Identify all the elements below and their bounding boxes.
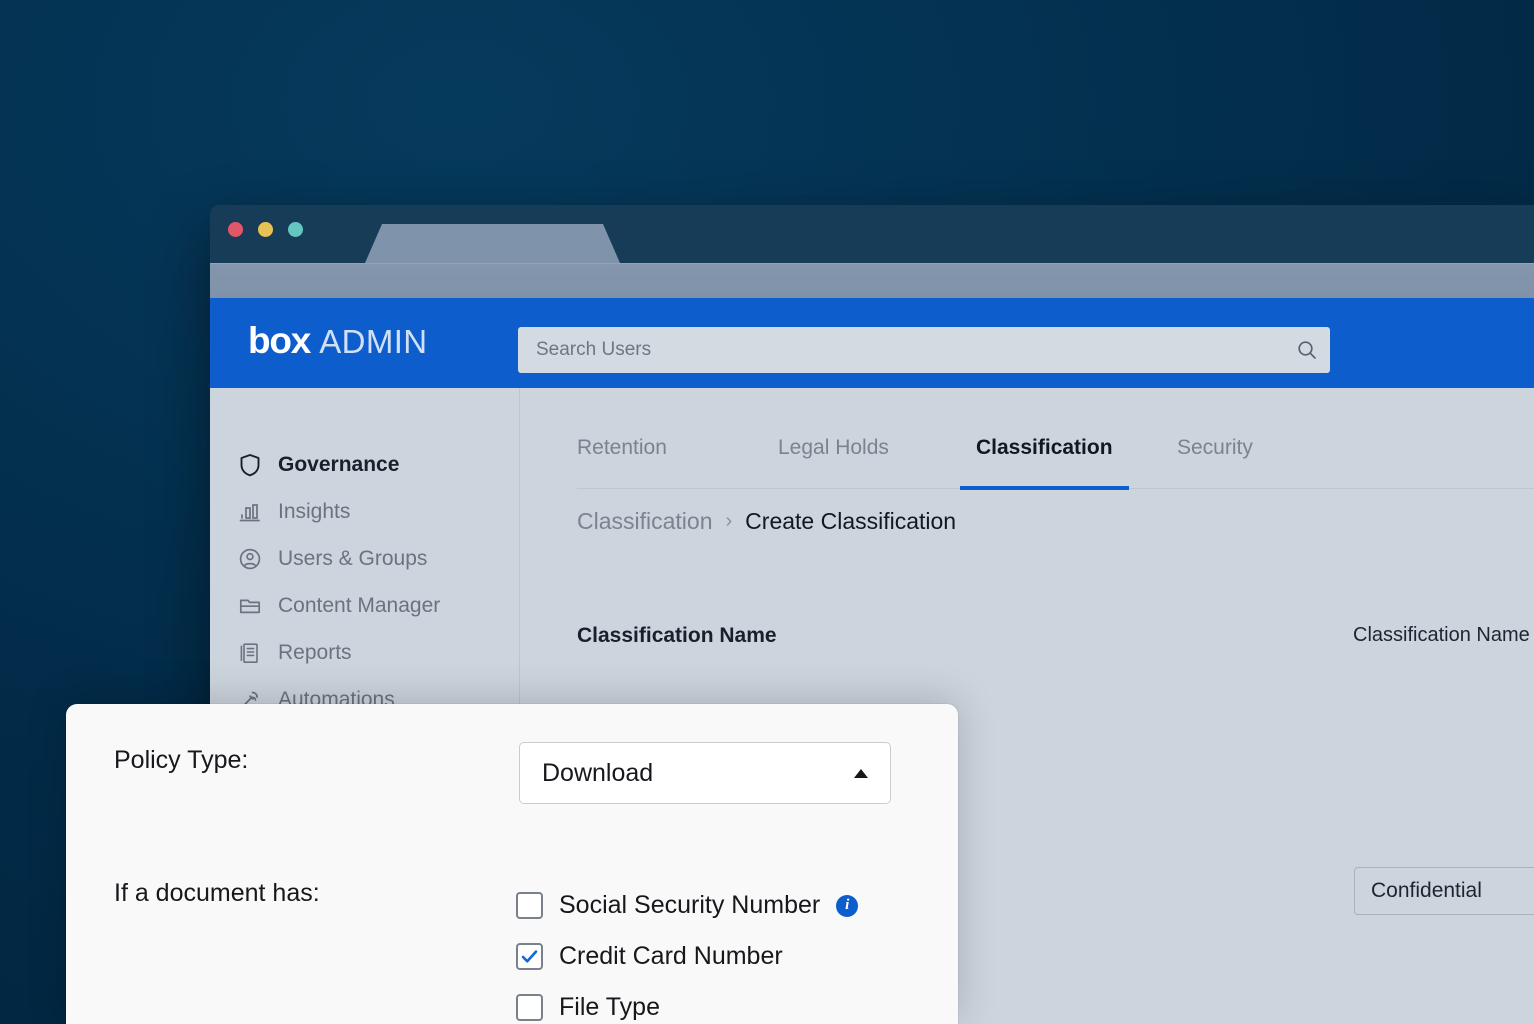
document-condition-checkbox-group: Social Security Number i Credit Card Num…	[516, 880, 858, 1024]
checkbox-row-file-type[interactable]: File Type	[516, 982, 858, 1024]
if-document-has-label: If a document has:	[114, 879, 320, 908]
checkbox-row-social-security-number[interactable]: Social Security Number i	[516, 880, 858, 931]
info-icon[interactable]: i	[836, 895, 858, 917]
sidebar-item-label: Content Manager	[278, 594, 440, 618]
checkbox-file-type[interactable]	[516, 994, 543, 1021]
checkbox-label: File Type	[559, 993, 660, 1022]
breadcrumb-parent-link[interactable]: Classification	[577, 508, 713, 535]
checkbox-social-security-number[interactable]	[516, 892, 543, 919]
policy-type-value: Download	[542, 759, 854, 788]
document-icon	[237, 641, 263, 665]
checkbox-label: Social Security Number	[559, 891, 820, 920]
tab-classification[interactable]: Classification	[976, 436, 1113, 489]
classification-name-input[interactable]: Confidential	[1354, 867, 1534, 915]
sidebar-item-insights[interactable]: Insights	[210, 488, 519, 535]
governance-tabbar: Retention Legal Holds Classification Sec…	[577, 436, 1534, 489]
sidebar-nav-list: Governance Insights	[210, 388, 519, 723]
zoom-window-button[interactable]	[288, 222, 303, 237]
chevron-up-icon	[854, 769, 868, 778]
browser-tab[interactable]	[365, 224, 620, 263]
close-window-button[interactable]	[228, 222, 243, 237]
breadcrumb: Classification › Create Classification	[577, 508, 956, 535]
brand-admin-text: ADMIN	[319, 325, 427, 358]
traffic-light-group	[228, 222, 303, 237]
checkmark-icon	[520, 947, 539, 966]
app-header: box ADMIN	[210, 298, 1534, 388]
minimize-window-button[interactable]	[258, 222, 273, 237]
policy-dialog: Policy Type: Download If a document has:…	[66, 704, 958, 1024]
shield-icon	[237, 453, 263, 477]
search-icon[interactable]	[1284, 338, 1330, 362]
search-input[interactable]	[518, 339, 1284, 361]
tab-retention[interactable]: Retention	[577, 436, 667, 489]
chevron-right-icon: ›	[726, 510, 733, 533]
box-admin-logo[interactable]: box ADMIN	[248, 322, 428, 359]
checkbox-label: Credit Card Number	[559, 942, 783, 971]
browser-titlebar	[210, 205, 1534, 263]
sidebar-item-label: Users & Groups	[278, 547, 427, 571]
classification-name-label: Classification Name	[1353, 624, 1530, 647]
checkbox-row-credit-card-number[interactable]: Credit Card Number	[516, 931, 858, 982]
sidebar-item-content-manager[interactable]: Content Manager	[210, 582, 519, 629]
tab-legal-holds[interactable]: Legal Holds	[778, 436, 889, 489]
sidebar-item-reports[interactable]: Reports	[210, 629, 519, 676]
brand-box-text: box	[248, 322, 310, 359]
browser-toolbar	[210, 263, 1534, 298]
section-title-classification-name: Classification Name	[577, 624, 777, 648]
sidebar-item-label: Reports	[278, 641, 352, 665]
search-users-bar[interactable]	[518, 327, 1330, 373]
user-circle-icon	[237, 547, 263, 571]
sidebar-item-label: Insights	[278, 500, 350, 524]
bar-chart-icon	[237, 500, 263, 524]
policy-type-dropdown[interactable]: Download	[519, 742, 891, 804]
folder-icon	[237, 594, 263, 618]
sidebar-item-label: Governance	[278, 453, 399, 477]
sidebar-item-users-groups[interactable]: Users & Groups	[210, 535, 519, 582]
sidebar-item-governance[interactable]: Governance	[210, 441, 519, 488]
policy-type-label: Policy Type:	[114, 746, 248, 775]
tab-security[interactable]: Security	[1177, 436, 1253, 489]
checkbox-credit-card-number[interactable]	[516, 943, 543, 970]
classification-name-value: Confidential	[1371, 879, 1482, 903]
breadcrumb-current: Create Classification	[745, 508, 956, 535]
